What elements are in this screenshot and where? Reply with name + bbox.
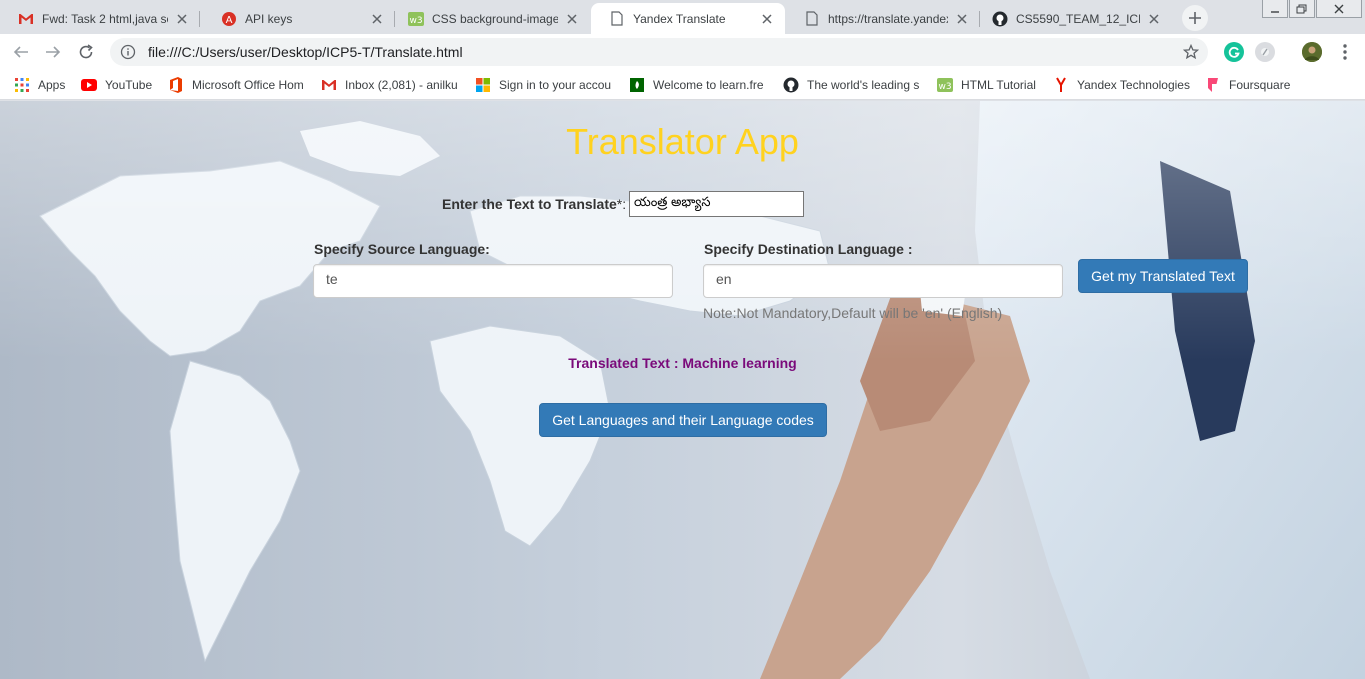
- office-icon: [168, 77, 184, 93]
- foursquare-icon: [1205, 77, 1221, 93]
- source-language-input[interactable]: te: [313, 264, 673, 298]
- new-tab-button[interactable]: [1182, 5, 1208, 31]
- reload-icon: [79, 44, 93, 59]
- bookmark-star-icon[interactable]: [1182, 43, 1200, 61]
- github-icon: [783, 77, 799, 93]
- gmail-icon: [321, 77, 337, 93]
- close-icon[interactable]: [759, 11, 775, 27]
- page-icon: [609, 11, 625, 27]
- page-icon: [804, 11, 820, 27]
- tab-strip: Fwd: Task 2 html,java scr A API keys w3 …: [0, 0, 1365, 34]
- destination-language-input[interactable]: en: [703, 264, 1063, 298]
- freecodecamp-icon: [629, 77, 645, 93]
- bookmark-foursquare[interactable]: Foursquare: [1205, 76, 1290, 94]
- svg-text:w3: w3: [409, 16, 422, 26]
- w3schools-icon: w3: [408, 11, 424, 27]
- menu-button[interactable]: [1333, 40, 1357, 64]
- close-icon[interactable]: [954, 11, 970, 27]
- bookmark-label: Sign in to your accou: [499, 78, 612, 92]
- bookmark-yandex[interactable]: Yandex Technologies: [1053, 76, 1190, 94]
- restore-button[interactable]: [1289, 0, 1315, 18]
- yandex-icon: [1053, 77, 1069, 93]
- tab-gmail[interactable]: Fwd: Task 2 html,java scr: [0, 3, 200, 34]
- destination-note: Note:Not Mandatory,Default will be 'en' …: [703, 305, 1003, 321]
- tab-title: CS5590_TEAM_12_ICP/IC: [1016, 11, 1140, 26]
- destination-language-label: Specify Destination Language :: [704, 241, 913, 257]
- apps-grid-icon: [14, 77, 30, 93]
- bookmark-html-tutorial[interactable]: w3 HTML Tutorial: [937, 76, 1036, 94]
- text-to-translate-input[interactable]: యంత్ర అభ్యాస: [629, 191, 804, 217]
- extension-icon[interactable]: [1255, 42, 1275, 62]
- restore-icon: [1296, 4, 1307, 13]
- background-world-map-image: [0, 101, 1365, 679]
- arrow-right-icon: [46, 46, 61, 58]
- minimize-button[interactable]: [1262, 0, 1288, 18]
- bookmark-label: Inbox (2,081) - anilku: [345, 78, 458, 92]
- close-window-button[interactable]: [1316, 0, 1362, 18]
- tab-yandex-translate[interactable]: Yandex Translate: [591, 3, 785, 34]
- tab-title: API keys: [245, 11, 293, 26]
- svg-text:A: A: [226, 15, 233, 26]
- close-icon[interactable]: [1146, 11, 1162, 27]
- github-icon: [992, 11, 1008, 27]
- source-language-label: Specify Source Language:: [314, 241, 490, 257]
- bookmark-inbox[interactable]: Inbox (2,081) - anilku: [321, 76, 461, 94]
- text-to-translate-label: Enter the Text to Translate*:: [442, 196, 626, 212]
- bookmark-label: Welcome to learn.fre: [653, 78, 764, 92]
- app-title: Translator App: [566, 121, 799, 162]
- grammarly-extension-icon[interactable]: [1224, 42, 1244, 62]
- api-keys-icon: A: [221, 11, 237, 27]
- bookmark-apps[interactable]: Apps: [14, 76, 65, 94]
- more-vert-icon: [1343, 44, 1347, 60]
- tab-api-keys[interactable]: A API keys: [203, 3, 395, 34]
- bookmark-label: YouTube: [105, 78, 153, 92]
- translated-text-result: Translated Text : Machine learning: [568, 355, 797, 371]
- bookmark-youtube[interactable]: YouTube: [81, 76, 152, 94]
- tab-title: CSS background-image: [432, 11, 558, 26]
- close-icon[interactable]: [564, 11, 580, 27]
- get-translated-text-button[interactable]: Get my Translated Text: [1078, 259, 1248, 293]
- bookmark-label: Foursquare: [1229, 78, 1291, 92]
- plus-icon: [1189, 12, 1201, 24]
- tab-translate-yandex-url[interactable]: https://translate.yandex.: [786, 3, 980, 34]
- url-text[interactable]: file:///C:/Users/user/Desktop/ICP5-T/Tra…: [148, 44, 1182, 60]
- page-content: Translator App Enter the Text to Transla…: [0, 101, 1365, 679]
- youtube-icon: [81, 77, 97, 93]
- w3schools-icon: w3: [937, 77, 953, 93]
- minimize-icon: [1271, 10, 1279, 13]
- arrow-left-icon: [13, 46, 28, 58]
- info-icon[interactable]: [120, 44, 136, 60]
- reload-button[interactable]: [74, 40, 98, 64]
- required-marker: *:: [616, 196, 627, 212]
- bookmark-label: Apps: [38, 78, 66, 92]
- browser-toolbar: file:///C:/Users/user/Desktop/ICP5-T/Tra…: [0, 34, 1365, 70]
- bookmark-github[interactable]: The world's leading s: [783, 76, 921, 94]
- back-button[interactable]: [9, 40, 33, 64]
- tab-title: Yandex Translate: [633, 11, 726, 26]
- get-languages-button[interactable]: Get Languages and their Language codes: [539, 403, 827, 437]
- bookmarks-bar: Apps YouTube Microsoft Office Hom Inbox …: [0, 70, 1365, 100]
- svg-text:w3: w3: [938, 82, 951, 92]
- bookmark-label: HTML Tutorial: [961, 78, 1036, 92]
- bookmark-label: Microsoft Office Hom: [192, 78, 304, 92]
- microsoft-icon: [475, 77, 491, 93]
- close-icon[interactable]: [369, 11, 385, 27]
- gmail-icon: [18, 11, 34, 27]
- tab-github-repo[interactable]: CS5590_TEAM_12_ICP/IC: [974, 3, 1172, 34]
- text-to-translate-label-text: Enter the Text to Translate: [442, 196, 617, 212]
- bookmark-microsoft-signin[interactable]: Sign in to your accou: [475, 76, 613, 94]
- address-bar[interactable]: file:///C:/Users/user/Desktop/ICP5-T/Tra…: [110, 38, 1208, 66]
- tab-title: https://translate.yandex.: [828, 11, 948, 26]
- bookmark-label: The world's leading s: [807, 78, 920, 92]
- bookmark-office[interactable]: Microsoft Office Hom: [168, 76, 306, 94]
- close-icon: [1334, 4, 1344, 13]
- forward-button[interactable]: [41, 40, 65, 64]
- tab-title: Fwd: Task 2 html,java scr: [42, 11, 168, 26]
- bookmark-freecodecamp[interactable]: Welcome to learn.fre: [629, 76, 767, 94]
- close-icon[interactable]: [174, 11, 190, 27]
- profile-avatar[interactable]: [1302, 42, 1322, 62]
- tab-css-background[interactable]: w3 CSS background-image: [390, 3, 590, 34]
- bookmark-label: Yandex Technologies: [1077, 78, 1190, 92]
